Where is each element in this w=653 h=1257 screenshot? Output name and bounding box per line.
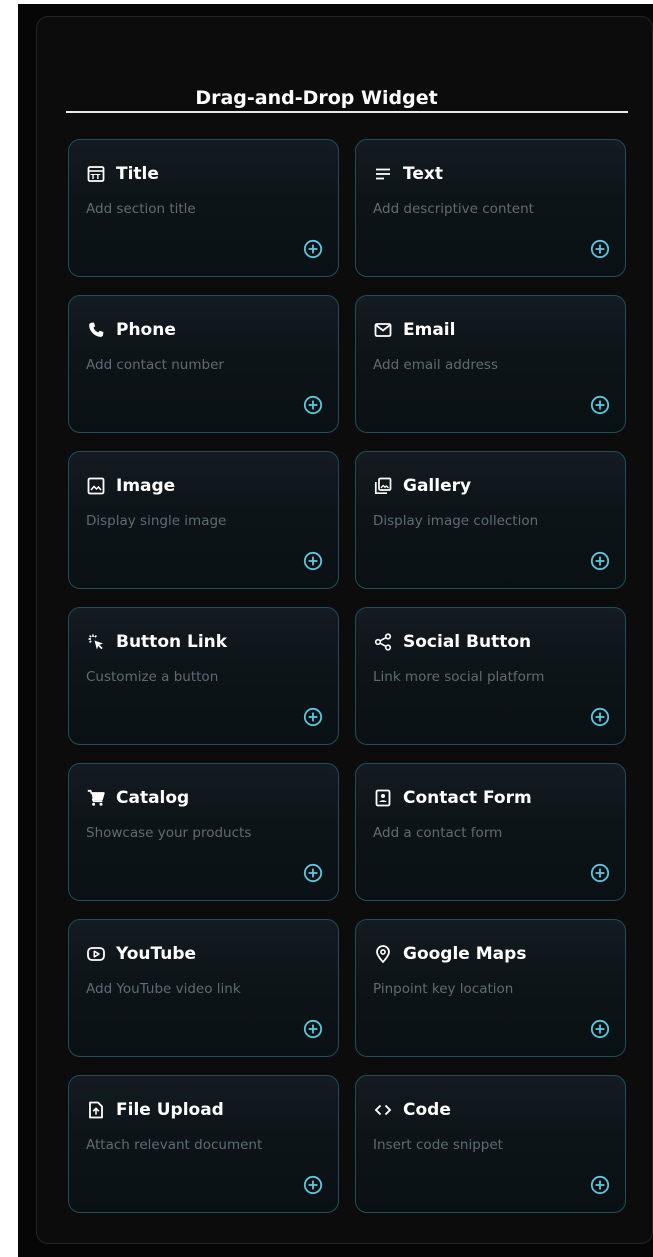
share-icon [373, 632, 393, 652]
svg-text:TT: TT [91, 173, 101, 181]
title-icon: TT [86, 164, 106, 184]
widget-card-label: Code [403, 1100, 451, 1120]
add-circle-icon[interactable] [590, 863, 610, 883]
widget-card-catalog[interactable]: Catalog Showcase your products [68, 763, 339, 901]
widget-card-phone[interactable]: Phone Add contact number [68, 295, 339, 433]
widget-card-gallery[interactable]: Gallery Display image collection [355, 451, 626, 589]
widget-card-youtube[interactable]: YouTube Add YouTube video link [68, 919, 339, 1057]
panel-title: Drag-and-Drop Widget [195, 87, 438, 109]
add-circle-icon[interactable] [303, 1175, 323, 1195]
widget-card-code[interactable]: Code Insert code snippet [355, 1075, 626, 1213]
widget-card-google-maps[interactable]: Google Maps Pinpoint key location [355, 919, 626, 1057]
widget-card-description: Add email address [373, 357, 498, 373]
widget-card-description: Add YouTube video link [86, 981, 241, 997]
widget-card-email[interactable]: Email Add email address [355, 295, 626, 433]
title-divider [66, 111, 628, 113]
add-circle-icon[interactable] [590, 1175, 610, 1195]
widget-card-description: Attach relevant document [86, 1137, 263, 1153]
widget-card-image[interactable]: Image Display single image [68, 451, 339, 589]
email-icon [373, 320, 393, 340]
widget-card-label: Contact Form [403, 788, 532, 808]
phone-icon [86, 320, 106, 340]
widget-card-label: Text [403, 164, 443, 184]
widget-card-description: Add contact number [86, 357, 224, 373]
widget-card-label: Social Button [403, 632, 532, 652]
add-circle-icon[interactable] [590, 707, 610, 727]
widget-card-label: Phone [116, 320, 176, 340]
widget-card-description: Customize a button [86, 669, 219, 685]
widget-card-label: Button Link [116, 632, 228, 652]
widget-card-description: Link more social platform [373, 669, 545, 685]
widget-card-label: Catalog [116, 788, 190, 808]
cart-icon [86, 788, 106, 808]
widget-card-description: Insert code snippet [373, 1137, 503, 1153]
add-circle-icon[interactable] [303, 239, 323, 259]
text-icon [373, 164, 393, 184]
widget-card-label: Google Maps [403, 944, 527, 964]
widget-grid: TT Title Add section title Text Add desc… [68, 139, 626, 1213]
widget-panel: Drag-and-Drop Widget TT Title Add sectio… [36, 16, 653, 1244]
add-circle-icon[interactable] [303, 863, 323, 883]
gallery-icon [373, 476, 393, 496]
file-upload-icon [86, 1100, 106, 1120]
widget-card-text[interactable]: Text Add descriptive content [355, 139, 626, 277]
widget-card-button-link[interactable]: Button Link Customize a button [68, 607, 339, 745]
button-link-icon [86, 632, 106, 652]
widget-card-description: Add a contact form [373, 825, 503, 841]
code-icon [373, 1100, 393, 1120]
widget-card-label: Gallery [403, 476, 472, 496]
widget-card-file-upload[interactable]: File Upload Attach relevant document [68, 1075, 339, 1213]
widget-card-label: YouTube [116, 944, 197, 964]
widget-card-label: Image [116, 476, 176, 496]
image-icon [86, 476, 106, 496]
add-circle-icon[interactable] [590, 551, 610, 571]
widget-card-contact-form[interactable]: Contact Form Add a contact form [355, 763, 626, 901]
widget-card-description: Add descriptive content [373, 201, 534, 217]
widget-card-description: Display image collection [373, 513, 539, 529]
contact-form-icon [373, 788, 393, 808]
widget-card-label: Title [116, 164, 159, 184]
add-circle-icon[interactable] [590, 1019, 610, 1039]
map-pin-icon [373, 944, 393, 964]
add-circle-icon[interactable] [303, 551, 323, 571]
widget-card-description: Add section title [86, 201, 196, 217]
widget-card-label: File Upload [116, 1100, 224, 1120]
add-circle-icon[interactable] [303, 395, 323, 415]
add-circle-icon[interactable] [590, 395, 610, 415]
add-circle-icon[interactable] [303, 1019, 323, 1039]
widget-card-title[interactable]: TT Title Add section title [68, 139, 339, 277]
widget-card-social-button[interactable]: Social Button Link more social platform [355, 607, 626, 745]
widget-card-description: Showcase your products [86, 825, 252, 841]
widget-card-description: Display single image [86, 513, 227, 529]
add-circle-icon[interactable] [590, 239, 610, 259]
youtube-icon [86, 944, 106, 964]
widget-card-description: Pinpoint key location [373, 981, 514, 997]
add-circle-icon[interactable] [303, 707, 323, 727]
widget-card-label: Email [403, 320, 456, 340]
